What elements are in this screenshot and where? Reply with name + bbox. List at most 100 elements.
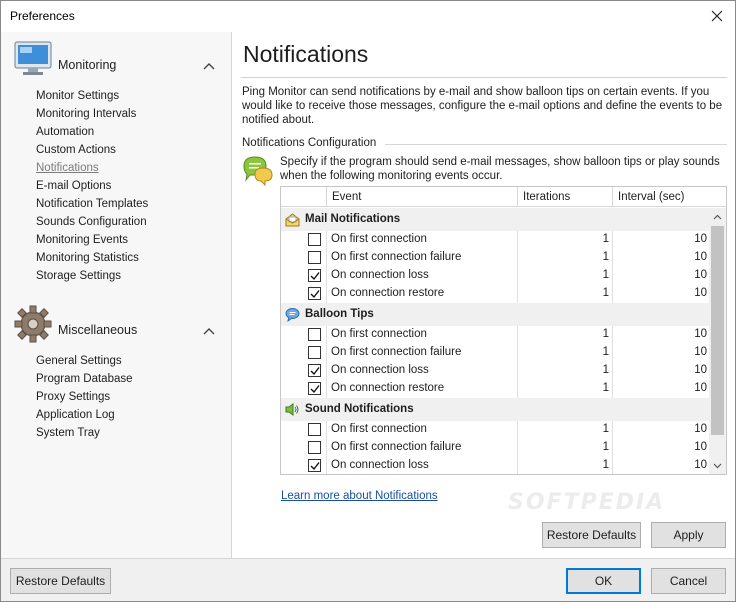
- event-checkbox[interactable]: [308, 251, 321, 264]
- event-cell: On connection restore: [331, 287, 445, 299]
- interval-cell[interactable]: 10: [612, 364, 707, 376]
- column-header-event[interactable]: Event: [326, 187, 517, 207]
- interval-cell[interactable]: 10: [612, 459, 707, 471]
- scroll-up-button[interactable]: [709, 208, 726, 225]
- event-checkbox[interactable]: [308, 328, 321, 341]
- event-checkbox[interactable]: [308, 269, 321, 282]
- interval-cell[interactable]: 10: [612, 423, 707, 435]
- table-row[interactable]: On connection loss 1 10: [281, 267, 709, 285]
- interval-cell[interactable]: 10: [612, 251, 707, 263]
- event-checkbox[interactable]: [308, 423, 321, 436]
- table-row[interactable]: On first connection 1 10: [281, 326, 709, 344]
- event-checkbox[interactable]: [308, 459, 321, 472]
- event-checkbox[interactable]: [308, 233, 321, 246]
- table-row[interactable]: On connection loss 1 10: [281, 362, 709, 380]
- cell-divider: [326, 457, 327, 474]
- sidebar-item-notification-templates[interactable]: Notification Templates: [36, 197, 148, 212]
- table-row[interactable]: On first connection 1 10: [281, 231, 709, 249]
- sidebar: Monitoring Monitor Settings Monitoring I…: [1, 32, 232, 558]
- iterations-cell[interactable]: 1: [517, 346, 609, 358]
- config-description: Specify if the program should send e-mai…: [280, 156, 720, 182]
- vertical-scrollbar[interactable]: [709, 208, 726, 474]
- table-row[interactable]: On connection loss 1 10: [281, 457, 709, 474]
- cancel-button[interactable]: Cancel: [651, 568, 726, 594]
- sidebar-item-monitor-settings[interactable]: Monitor Settings: [36, 89, 119, 104]
- sidebar-item-monitoring-statistics[interactable]: Monitoring Statistics: [36, 251, 139, 266]
- content-pane: Notifications Ping Monitor can send noti…: [233, 32, 735, 558]
- checkmark-icon: [310, 385, 320, 394]
- ok-button[interactable]: OK: [566, 568, 641, 594]
- interval-cell[interactable]: 10: [612, 346, 707, 358]
- event-cell: On first connection: [331, 233, 427, 245]
- event-cell: On first connection failure: [331, 346, 462, 358]
- chevron-up-icon[interactable]: [203, 62, 215, 70]
- iterations-cell[interactable]: 1: [517, 364, 609, 376]
- event-checkbox[interactable]: [308, 382, 321, 395]
- group-miscellaneous[interactable]: Miscellaneous: [1, 299, 231, 351]
- sidebar-item-notifications[interactable]: Notifications: [36, 161, 99, 176]
- restore-defaults-button[interactable]: Restore Defaults: [10, 568, 111, 594]
- divider: [385, 144, 727, 145]
- intro-text: Ping Monitor can send notifications by e…: [242, 86, 723, 126]
- iterations-cell[interactable]: 1: [517, 287, 609, 299]
- column-header-interval[interactable]: Interval (sec): [612, 187, 709, 207]
- chevron-down-icon: [713, 463, 722, 468]
- interval-cell[interactable]: 10: [612, 441, 707, 453]
- sidebar-item-system-tray[interactable]: System Tray: [36, 426, 100, 441]
- sidebar-item-sounds-configuration[interactable]: Sounds Configuration: [36, 215, 147, 230]
- iterations-cell[interactable]: 1: [517, 382, 609, 394]
- sidebar-item-email-options[interactable]: E-mail Options: [36, 179, 111, 194]
- sidebar-item-automation[interactable]: Automation: [36, 125, 94, 140]
- sidebar-item-application-log[interactable]: Application Log: [36, 408, 115, 423]
- sidebar-item-storage-settings[interactable]: Storage Settings: [36, 269, 121, 284]
- table-row[interactable]: On connection restore 1 10: [281, 285, 709, 303]
- scrollbar-thumb[interactable]: [711, 226, 724, 435]
- event-checkbox[interactable]: [308, 346, 321, 359]
- interval-cell[interactable]: 10: [612, 382, 707, 394]
- group-monitoring[interactable]: Monitoring: [1, 34, 231, 86]
- event-cell: On connection loss: [331, 269, 429, 281]
- column-header-iterations[interactable]: Iterations: [517, 187, 612, 207]
- table-row[interactable]: On first connection 1 10: [281, 421, 709, 439]
- sidebar-item-monitoring-intervals[interactable]: Monitoring Intervals: [36, 107, 136, 122]
- close-icon: [711, 10, 723, 22]
- table-row[interactable]: On first connection failure 1 10: [281, 439, 709, 457]
- notifications-grid: Event Iterations Interval (sec) Mail Not…: [280, 186, 727, 475]
- event-checkbox[interactable]: [308, 364, 321, 377]
- watermark: SOFTPEDIA: [508, 490, 666, 515]
- grid-section-header: Balloon Tips: [281, 303, 709, 326]
- apply-button[interactable]: Apply: [651, 522, 726, 548]
- table-row[interactable]: On first connection failure 1 10: [281, 249, 709, 267]
- iterations-cell[interactable]: 1: [517, 459, 609, 471]
- event-cell: On connection loss: [331, 364, 429, 376]
- table-row[interactable]: On first connection failure 1 10: [281, 344, 709, 362]
- sidebar-item-custom-actions[interactable]: Custom Actions: [36, 143, 116, 158]
- gear-icon: [14, 305, 52, 343]
- event-checkbox[interactable]: [308, 287, 321, 300]
- close-button[interactable]: [703, 3, 731, 29]
- restore-defaults-page-button[interactable]: Restore Defaults: [542, 522, 641, 548]
- speaker-icon: [285, 402, 300, 417]
- scroll-down-button[interactable]: [709, 457, 726, 474]
- iterations-cell[interactable]: 1: [517, 441, 609, 453]
- sidebar-item-proxy-settings[interactable]: Proxy Settings: [36, 390, 110, 405]
- sidebar-item-monitoring-events[interactable]: Monitoring Events: [36, 233, 128, 248]
- sidebar-item-general-settings[interactable]: General Settings: [36, 354, 122, 369]
- checkmark-icon: [310, 367, 320, 376]
- table-row[interactable]: On connection restore 1 10: [281, 380, 709, 398]
- sidebar-item-program-database[interactable]: Program Database: [36, 372, 133, 387]
- checkmark-icon: [310, 462, 320, 471]
- learn-more-link[interactable]: Learn more about Notifications: [281, 490, 438, 502]
- event-cell: On first connection: [331, 328, 427, 340]
- interval-cell[interactable]: 10: [612, 287, 707, 299]
- iterations-cell[interactable]: 1: [517, 423, 609, 435]
- chevron-up-icon[interactable]: [203, 327, 215, 335]
- interval-cell[interactable]: 10: [612, 233, 707, 245]
- iterations-cell[interactable]: 1: [517, 269, 609, 281]
- iterations-cell[interactable]: 1: [517, 251, 609, 263]
- interval-cell[interactable]: 10: [612, 269, 707, 281]
- event-checkbox[interactable]: [308, 441, 321, 454]
- interval-cell[interactable]: 10: [612, 328, 707, 340]
- iterations-cell[interactable]: 1: [517, 328, 609, 340]
- iterations-cell[interactable]: 1: [517, 233, 609, 245]
